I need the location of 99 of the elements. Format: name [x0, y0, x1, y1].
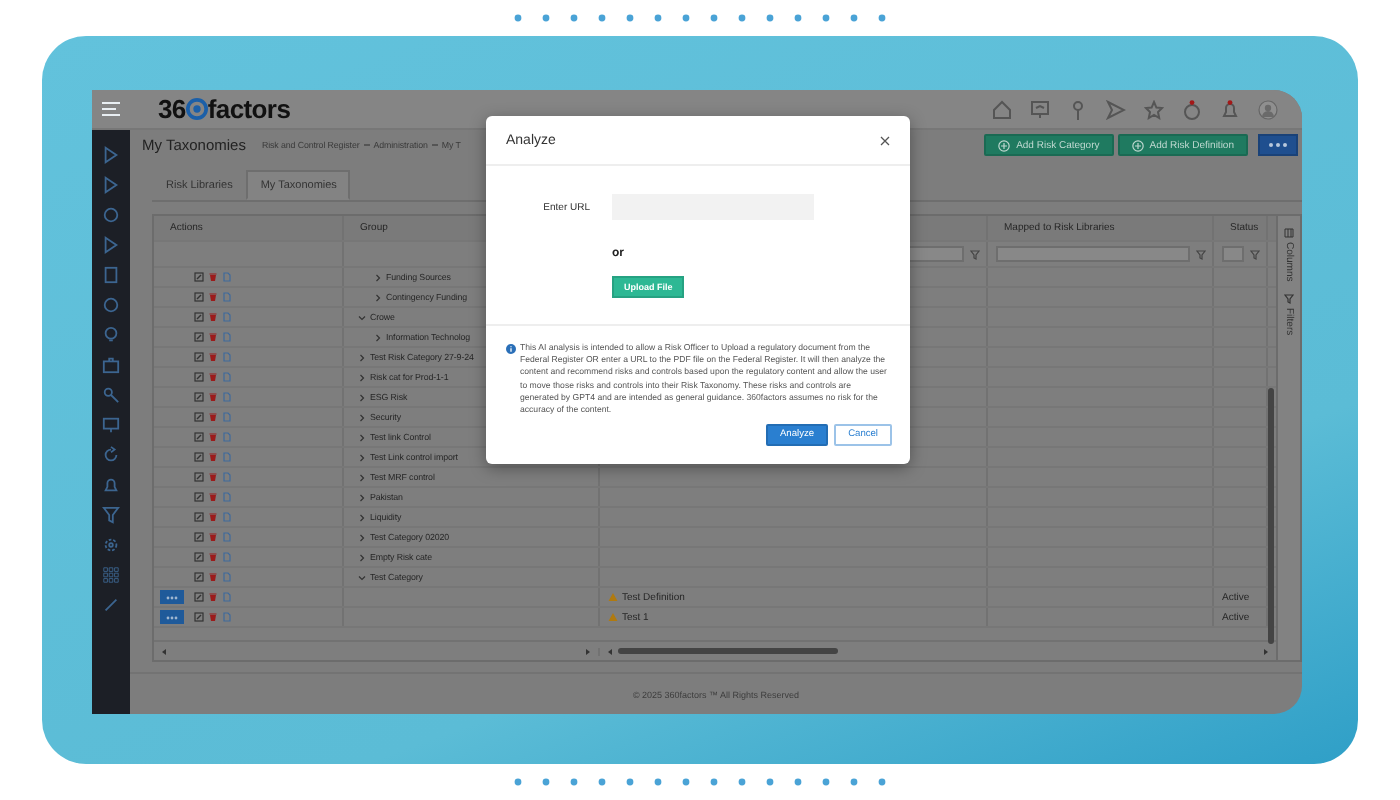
- chevron-right-icon[interactable]: [358, 493, 366, 501]
- chevron-right-icon[interactable]: [358, 393, 366, 401]
- trash-icon[interactable]: [208, 372, 218, 382]
- separator-icon: [363, 144, 370, 146]
- chevron-down-icon[interactable]: [358, 573, 366, 581]
- edit-icon[interactable]: [194, 552, 204, 562]
- plus-circle-icon: [998, 139, 1011, 151]
- filter-field[interactable]: [996, 246, 1190, 262]
- pin-icon[interactable]: [1068, 99, 1088, 119]
- edit-icon[interactable]: [194, 392, 204, 402]
- edit-icon[interactable]: [194, 272, 204, 282]
- more-button[interactable]: [1258, 134, 1298, 156]
- edit-icon[interactable]: [194, 332, 204, 342]
- avatar-icon[interactable]: [1258, 99, 1278, 119]
- gear-icon[interactable]: [102, 536, 120, 554]
- briefcase-icon[interactable]: [102, 356, 120, 374]
- trash-icon[interactable]: [208, 392, 218, 402]
- bell-icon[interactable]: [102, 476, 120, 494]
- chevron-right-icon[interactable]: [374, 273, 382, 281]
- trash-icon[interactable]: [208, 292, 218, 302]
- close-icon: [880, 135, 890, 145]
- chevron-down-icon[interactable]: [358, 313, 366, 321]
- trash-icon[interactable]: [208, 512, 218, 522]
- trash-icon[interactable]: [208, 472, 218, 482]
- plus-circle-icon: [1131, 139, 1144, 151]
- edit-icon[interactable]: [194, 472, 204, 482]
- trash-icon[interactable]: [208, 332, 218, 342]
- bell-icon[interactable]: [1220, 99, 1240, 119]
- filter-field[interactable]: [1222, 246, 1244, 262]
- edit-icon[interactable]: [194, 592, 204, 602]
- chevron-right-icon[interactable]: [358, 533, 366, 541]
- chevron-right-icon[interactable]: [358, 513, 366, 521]
- trash-icon[interactable]: [208, 492, 218, 502]
- grid-icon[interactable]: [102, 566, 120, 584]
- scrollbar-thumb[interactable]: [618, 648, 838, 654]
- pencil-icon[interactable]: [102, 596, 120, 614]
- edit-icon[interactable]: [194, 432, 204, 442]
- trash-icon[interactable]: [208, 452, 218, 462]
- triangle-icon[interactable]: [102, 236, 120, 254]
- edit-icon[interactable]: [194, 452, 204, 462]
- edit-icon[interactable]: [194, 292, 204, 302]
- chevron-right-icon[interactable]: [374, 293, 382, 301]
- funnel-icon[interactable]: [970, 249, 980, 259]
- funnel-icon[interactable]: [1196, 249, 1206, 259]
- info-icon: [506, 343, 516, 353]
- trash-icon[interactable]: [208, 432, 218, 442]
- chevron-right-icon[interactable]: [358, 353, 366, 361]
- monitor-icon[interactable]: [102, 416, 120, 434]
- more-button[interactable]: [160, 610, 184, 624]
- trash-icon[interactable]: [208, 532, 218, 542]
- edit-icon[interactable]: [194, 312, 204, 322]
- trash-icon[interactable]: [208, 312, 218, 322]
- close-button[interactable]: [880, 135, 890, 145]
- trash-icon[interactable]: [208, 572, 218, 582]
- chevron-right-icon[interactable]: [358, 373, 366, 381]
- logo-text: 36: [158, 94, 186, 124]
- chevron-right-icon[interactable]: [374, 333, 382, 341]
- trash-icon[interactable]: [208, 352, 218, 362]
- edit-icon[interactable]: [194, 372, 204, 382]
- scrollbar-thumb[interactable]: [1268, 388, 1274, 644]
- edit-icon[interactable]: [194, 572, 204, 582]
- trash-icon[interactable]: [208, 552, 218, 562]
- chat-icon[interactable]: [1182, 99, 1202, 119]
- key-icon[interactable]: [102, 386, 120, 404]
- edit-icon[interactable]: [194, 492, 204, 502]
- dots-icon: [1268, 142, 1288, 148]
- separator-icon: [431, 144, 438, 146]
- logo-mark-icon: [185, 98, 208, 120]
- chevron-right-icon[interactable]: [358, 473, 366, 481]
- refresh-icon[interactable]: [102, 446, 120, 464]
- home-icon[interactable]: [992, 99, 1012, 119]
- chevron-right-icon[interactable]: [358, 433, 366, 441]
- chevron-right-icon[interactable]: [358, 413, 366, 421]
- trash-icon[interactable]: [208, 272, 218, 282]
- trash-icon[interactable]: [208, 412, 218, 422]
- funnel-icon: [1284, 293, 1294, 304]
- star-icon[interactable]: [1144, 99, 1164, 119]
- circle-icon[interactable]: [102, 206, 120, 224]
- edit-icon[interactable]: [194, 512, 204, 522]
- funnel-icon[interactable]: [102, 506, 120, 524]
- edit-icon[interactable]: [194, 612, 204, 622]
- lightbulb-icon[interactable]: [102, 326, 120, 344]
- menu-icon[interactable]: [102, 102, 120, 116]
- trash-icon[interactable]: [208, 612, 218, 622]
- clipboard-icon[interactable]: [102, 266, 120, 284]
- circle-icon[interactable]: [102, 296, 120, 314]
- logo-text: factors: [207, 94, 291, 124]
- more-button[interactable]: [160, 590, 184, 604]
- chevron-right-icon[interactable]: [358, 553, 366, 561]
- funnel-icon[interactable]: [1250, 249, 1260, 259]
- scroll-right-icon[interactable]: [1262, 647, 1270, 655]
- edit-icon[interactable]: [194, 532, 204, 542]
- send-icon[interactable]: [1106, 99, 1126, 119]
- edit-icon[interactable]: [194, 412, 204, 422]
- columns-icon: [1284, 228, 1294, 238]
- edit-icon[interactable]: [194, 352, 204, 362]
- trash-icon[interactable]: [208, 592, 218, 602]
- chevron-right-icon[interactable]: [358, 453, 366, 461]
- presentation-icon[interactable]: [1030, 99, 1050, 119]
